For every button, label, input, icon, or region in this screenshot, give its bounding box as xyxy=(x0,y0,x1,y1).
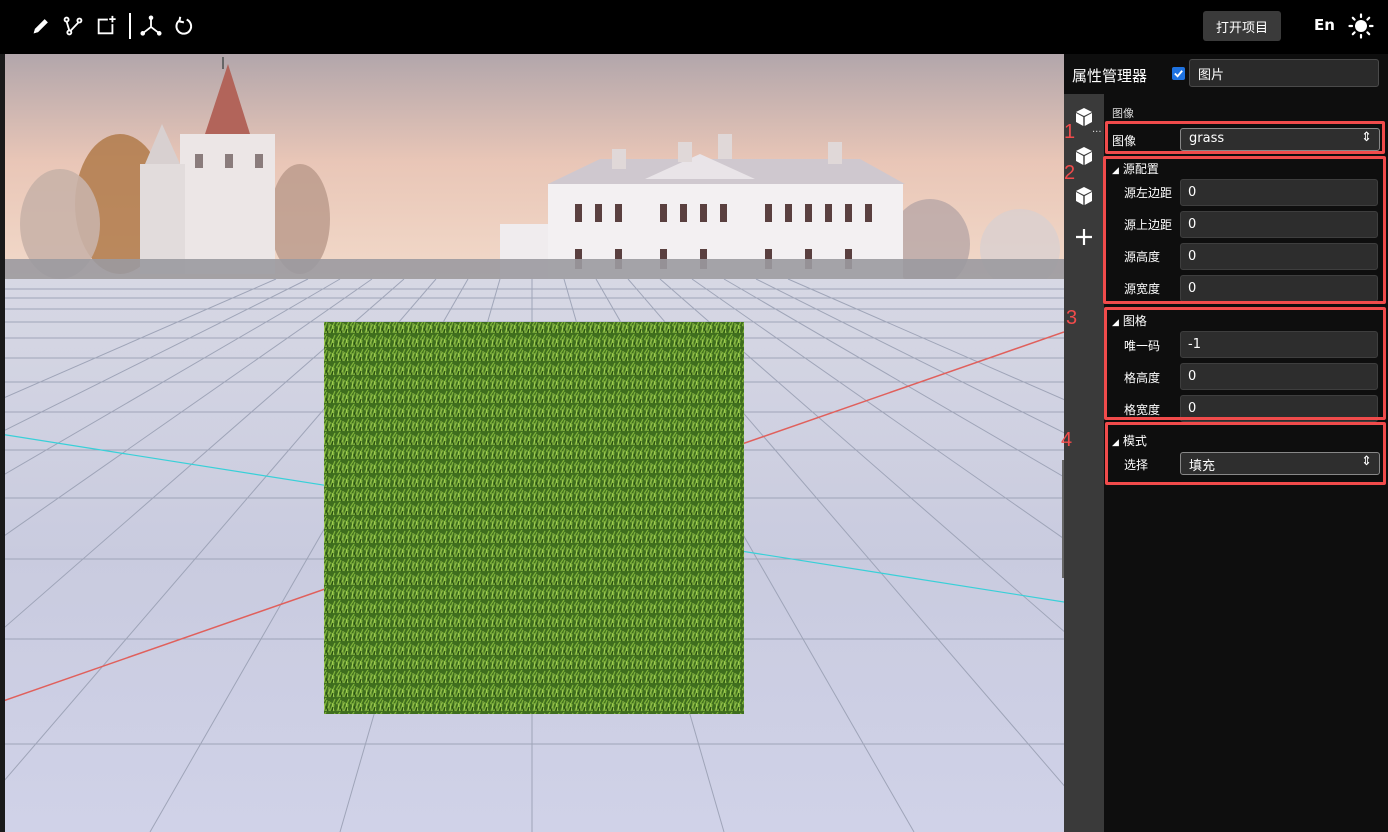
mode-select[interactable]: 填充 ⇕ xyxy=(1180,452,1380,475)
language-toggle[interactable]: En xyxy=(1314,16,1335,34)
annotation-number-2: 2 xyxy=(1064,162,1076,184)
cube-icon[interactable] xyxy=(1074,107,1094,127)
annotation-number-4: 4 xyxy=(1061,429,1073,451)
pencil-icon[interactable] xyxy=(28,13,54,39)
add-object-button[interactable] xyxy=(1073,226,1095,248)
mode-select-label: 选择 xyxy=(1124,458,1149,472)
image-select-value: grass xyxy=(1189,131,1225,146)
viewport-left-edge xyxy=(0,54,5,832)
scene-viewport[interactable] xyxy=(0,54,1064,832)
path-edit-icon[interactable] xyxy=(60,13,86,39)
source-width-label: 源宽度 xyxy=(1124,282,1161,296)
triangle-down-icon: ◢ xyxy=(1112,318,1119,328)
mode-toggle[interactable]: ◢ 模式 xyxy=(1112,432,1147,449)
checkmark-icon xyxy=(1174,70,1183,78)
grass-image-plane[interactable] xyxy=(324,322,744,714)
undo-icon[interactable] xyxy=(170,13,196,39)
tile-height-label: 格高度 xyxy=(1124,371,1161,385)
open-project-button[interactable]: 打开项目 xyxy=(1203,11,1281,41)
source-left-label: 源左边距 xyxy=(1124,186,1173,200)
source-config-toggle[interactable]: ◢ 源配置 xyxy=(1112,160,1159,177)
source-width-input[interactable] xyxy=(1180,275,1378,302)
source-config-title: 源配置 xyxy=(1122,162,1159,176)
cube-icon[interactable] xyxy=(1074,186,1094,206)
add-node-icon[interactable] xyxy=(93,13,119,39)
tile-width-input[interactable] xyxy=(1180,395,1378,422)
image-label: 图像 xyxy=(1112,134,1137,148)
source-top-label: 源上边距 xyxy=(1124,218,1173,232)
source-left-input[interactable] xyxy=(1180,179,1378,206)
unique-id-label: 唯一码 xyxy=(1124,339,1161,353)
source-height-label: 源高度 xyxy=(1124,250,1161,264)
scene-canvas[interactable] xyxy=(0,54,1064,832)
source-height-input[interactable] xyxy=(1180,243,1378,270)
image-select[interactable]: grass ⇕ xyxy=(1180,128,1380,151)
tile-grid-toggle[interactable]: ◢ 图格 xyxy=(1112,312,1147,329)
tile-grid-title: 图格 xyxy=(1122,314,1147,328)
mode-title: 模式 xyxy=(1122,434,1147,448)
toolbar-divider xyxy=(129,13,131,39)
object-enabled-checkbox[interactable] xyxy=(1172,67,1185,80)
hedge-row xyxy=(0,259,1064,281)
object-name-input[interactable] xyxy=(1189,59,1379,87)
annotation-number-1: 1 xyxy=(1064,121,1076,143)
updown-arrow-icon: ⇕ xyxy=(1361,454,1372,469)
cube-icon[interactable] xyxy=(1074,146,1094,166)
source-top-input[interactable] xyxy=(1180,211,1378,238)
sun-icon[interactable] xyxy=(1348,13,1374,39)
annotation-number-3: 3 xyxy=(1066,307,1078,329)
mode-select-value: 填充 xyxy=(1189,459,1216,474)
tile-height-input[interactable] xyxy=(1180,363,1378,390)
updown-arrow-icon: ⇕ xyxy=(1361,130,1372,145)
axes-icon[interactable] xyxy=(138,13,164,39)
triangle-down-icon: ◢ xyxy=(1112,438,1119,448)
image-section-label: 图像 xyxy=(1112,107,1134,120)
top-toolbar: 打开项目 En xyxy=(0,0,1388,54)
panel-title: 属性管理器 xyxy=(1072,67,1148,85)
property-form: 图像 图像 grass ⇕ ◢源配置 源左边距 源上边距 源高度 源宽度 ◢图格… xyxy=(1104,94,1388,832)
triangle-down-icon: ◢ xyxy=(1112,166,1119,176)
property-panel-header: 属性管理器 xyxy=(1064,54,1388,94)
tile-width-label: 格宽度 xyxy=(1124,403,1161,417)
more-options[interactable]: ... xyxy=(1092,124,1102,135)
unique-id-input[interactable] xyxy=(1180,331,1378,358)
